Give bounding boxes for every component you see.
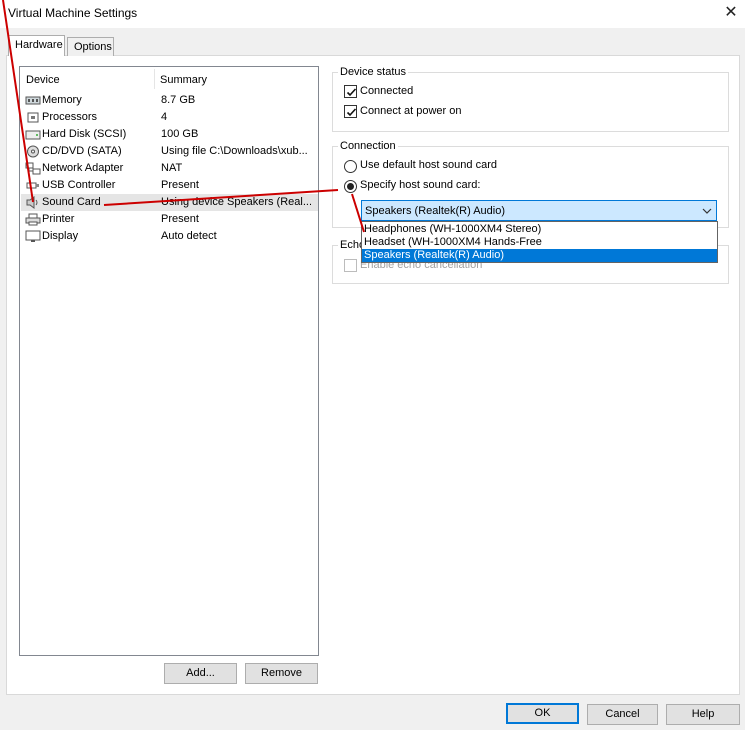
speaker-icon [25,196,41,209]
dropdown-option-headset[interactable]: Headset (WH-1000XM4 Hands-Free [362,236,717,249]
chevron-down-icon [702,208,712,214]
add-button[interactable]: Add... [164,663,237,684]
ok-button[interactable]: OK [506,703,579,724]
device-summary: Present [161,213,199,225]
hard-disk-icon [25,128,41,141]
device-status-group [332,72,729,132]
device-name: CD/DVD (SATA) [42,145,122,157]
network-adapter-icon [25,162,41,175]
device-summary: Using device Speakers (Real... [161,196,311,208]
device-name: Sound Card [42,196,101,208]
connected-checkbox[interactable] [344,85,357,98]
checkmark-icon [346,88,357,97]
checkmark-icon [346,108,357,117]
device-name: Hard Disk (SCSI) [42,128,127,140]
use-default-label[interactable]: Use default host sound card [360,159,497,171]
display-icon [25,230,41,243]
close-button[interactable]: ✕ [718,2,744,24]
remove-button[interactable]: Remove [245,663,318,684]
echo-cancellation-checkbox[interactable] [344,259,357,272]
device-row-display[interactable]: Display Auto detect [21,228,318,245]
device-name: Processors [42,111,98,123]
device-summary: 4 [161,111,168,123]
cd-dvd-icon [25,145,41,158]
device-summary: NAT [161,162,183,174]
device-summary: Present [161,179,199,191]
vm-settings-window: Virtual Machine Settings ✕ Hardware Opti… [0,0,745,730]
selected-sound-card: Speakers (Realtek(R) Audio) [365,205,506,217]
device-name: Memory [42,94,82,106]
connect-at-power-on-label[interactable]: Connect at power on [360,105,462,117]
cancel-button[interactable]: Cancel [587,704,658,725]
dropdown-option-speakers[interactable]: Speakers (Realtek(R) Audio) [362,249,717,262]
device-name: Display [42,230,79,242]
processor-icon [25,111,41,124]
device-list[interactable]: Device Summary Memory 8.7 GB Processors 4 Ha… [19,66,319,656]
usb-icon [25,179,41,192]
device-summary: 100 GB [161,128,199,140]
title-bar: Virtual Machine Settings ✕ [0,0,745,28]
device-row-usb-controller[interactable]: USB Controller Present [21,177,318,194]
host-sound-card-select[interactable]: Speakers (Realtek(R) Audio) [361,200,717,221]
column-separator[interactable] [154,69,155,89]
radio-dot [347,183,354,190]
device-row-processors[interactable]: Processors 4 [21,109,318,126]
device-row-printer[interactable]: Printer Present [21,211,318,228]
device-summary: Auto detect [161,230,217,242]
column-header-summary[interactable]: Summary [160,74,207,86]
connected-label[interactable]: Connected [360,85,413,97]
device-summary: 8.7 GB [161,94,196,106]
device-name: USB Controller [42,179,116,191]
device-summary: Using file C:\Downloads\xub... [161,145,308,157]
window-title: Virtual Machine Settings [8,6,138,20]
device-row-sound-card[interactable]: Sound Card Using device Speakers (Real... [21,194,318,211]
device-row-memory[interactable]: Memory 8.7 GB [21,92,318,109]
device-row-network-adapter[interactable]: Network Adapter NAT [21,160,318,177]
dropdown-option-headphones[interactable]: Headphones (WH-1000XM4 Stereo) [362,223,717,236]
connection-legend: Connection [338,140,398,152]
close-icon: ✕ [724,4,738,21]
tab-hardware[interactable]: Hardware [8,35,65,56]
help-button[interactable]: Help [666,704,740,725]
device-name: Network Adapter [42,162,124,174]
device-row-cd-dvd-sata[interactable]: CD/DVD (SATA) Using file C:\Downloads\xub… [21,143,318,160]
memory-icon [25,94,41,107]
specify-host-radio[interactable] [344,180,357,193]
sound-card-dropdown-list[interactable]: Headphones (WH-1000XM4 Stereo) Headset (… [361,221,718,263]
tab-options[interactable]: Options [67,37,114,56]
device-row-hard-disk-scsi[interactable]: Hard Disk (SCSI) 100 GB [21,126,318,143]
column-header-device[interactable]: Device [26,74,60,86]
connect-at-power-on-checkbox[interactable] [344,105,357,118]
use-default-radio[interactable] [344,160,357,173]
device-status-legend: Device status [338,66,409,78]
specify-host-label[interactable]: Specify host sound card: [360,179,480,191]
printer-icon [25,213,41,226]
device-name: Printer [42,213,75,225]
